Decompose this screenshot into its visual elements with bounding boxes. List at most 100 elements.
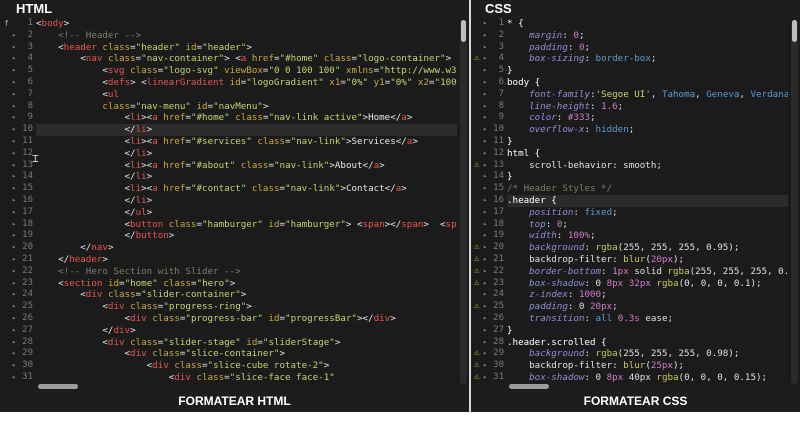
html-horizontal-scrollbar[interactable]	[36, 382, 457, 390]
fold-arrow-icon[interactable]: ▸	[12, 77, 16, 89]
code-line[interactable]: }	[507, 171, 788, 183]
fold-arrow-icon[interactable]: ▸	[12, 160, 16, 172]
code-line[interactable]: </li>	[36, 124, 457, 136]
fold-arrow-icon[interactable]: ▸	[483, 148, 487, 160]
warning-icon[interactable]: ⚠	[474, 348, 479, 360]
fold-arrow-icon[interactable]: ▸	[483, 160, 487, 172]
format-css-button[interactable]: FORMATEAR CSS	[471, 390, 800, 412]
fold-arrow-icon[interactable]: ▸	[12, 301, 16, 313]
code-line[interactable]: <!-- Header -->	[36, 30, 457, 42]
fold-arrow-icon[interactable]: ▸	[12, 42, 16, 54]
code-line[interactable]: }	[507, 325, 788, 337]
fold-arrow-icon[interactable]: ▸	[483, 242, 487, 254]
warning-icon[interactable]: ⚠	[474, 160, 479, 172]
fold-arrow-icon[interactable]: ▸	[483, 325, 487, 337]
fold-arrow-icon[interactable]: ▸	[483, 266, 487, 278]
warning-icon[interactable]: ⚠	[474, 360, 479, 372]
fold-arrow-icon[interactable]: ▸	[12, 313, 16, 325]
fold-arrow-icon[interactable]: ▸	[483, 301, 487, 313]
fold-arrow-icon[interactable]: ▸	[12, 171, 16, 183]
fold-arrow-icon[interactable]: ▸	[483, 348, 487, 360]
fold-arrow-icon[interactable]: ▸	[12, 289, 16, 301]
html-editor[interactable]: f 1 ▸ 2 ▸ 3 ▸ 4 ▸ 5 ▸ 6 ▸ 7 ▸ 8 ▸ 9 ▸ 10 ▸ 11 ▸ 12 ▸ 13 ▸ 14 ▸ 15 ▸ 16 ▸…	[0, 18, 469, 390]
fold-arrow-icon[interactable]: ▸	[483, 278, 487, 290]
html-vertical-scrollbar[interactable]	[460, 20, 467, 384]
code-line[interactable]: /* Header Styles */	[507, 183, 788, 195]
code-line[interactable]: <!-- Hero Section with Slider -->	[36, 266, 457, 278]
fold-arrow-icon[interactable]: ▸	[12, 124, 16, 136]
code-line[interactable]: background: rgba(255, 255, 255, 0.98);	[507, 348, 788, 360]
fold-arrow-icon[interactable]: ▸	[483, 254, 487, 266]
code-line[interactable]: * {	[507, 18, 788, 30]
code-line[interactable]: <div class="slider-container">	[36, 289, 457, 301]
code-line[interactable]: <li><a href="#about" class="nav-link">Ab…	[36, 160, 457, 172]
code-line[interactable]: scroll-behavior: smooth;	[507, 160, 788, 172]
code-line[interactable]: <ul	[36, 89, 457, 101]
code-line[interactable]: body {	[507, 77, 788, 89]
warning-icon[interactable]: ⚠	[474, 254, 479, 266]
fold-arrow-icon[interactable]: ▸	[483, 230, 487, 242]
code-line[interactable]: <header class="header" id="header">	[36, 42, 457, 54]
code-line[interactable]: width: 100%;	[507, 230, 788, 242]
code-line[interactable]: <nav class="nav-container"> <a href="#ho…	[36, 53, 457, 65]
code-line[interactable]: </nav>	[36, 242, 457, 254]
code-line[interactable]: <li><a href="#services" class="nav-link"…	[36, 136, 457, 148]
html-vertical-scroll-thumb[interactable]	[461, 20, 466, 42]
fold-arrow-icon[interactable]: ▸	[12, 148, 16, 160]
code-line[interactable]: backdrop-filter: blur(25px);	[507, 360, 788, 372]
code-line[interactable]: <div class="progress-ring">	[36, 301, 457, 313]
fold-arrow-icon[interactable]: ▸	[483, 89, 487, 101]
fold-arrow-icon[interactable]: ▸	[483, 337, 487, 349]
code-line[interactable]: <div class="slider-stage" id="sliderStag…	[36, 337, 457, 349]
fold-arrow-icon[interactable]: ▸	[12, 278, 16, 290]
css-code-area[interactable]: * { margin: 0; padding: 0; box-sizing: b…	[507, 18, 788, 390]
fold-arrow-icon[interactable]: ▸	[483, 219, 487, 231]
fold-arrow-icon[interactable]: ▸	[483, 42, 487, 54]
code-line[interactable]: font-family:'Segoe UI', Tahoma, Geneva, …	[507, 89, 788, 101]
fold-arrow-icon[interactable]: ▸	[12, 207, 16, 219]
fold-arrow-icon[interactable]: ▸	[12, 195, 16, 207]
code-line[interactable]: <body>	[36, 18, 457, 30]
fold-arrow-icon[interactable]: ▸	[483, 171, 487, 183]
code-line[interactable]: </button>	[36, 230, 457, 242]
code-line[interactable]: <svg class="logo-svg" viewBox="0 0 100 1…	[36, 65, 457, 77]
fold-arrow-icon[interactable]: ▸	[12, 65, 16, 77]
code-line[interactable]: box-shadow: 0 8px 32px rgba(0, 0, 0, 0.1…	[507, 278, 788, 290]
fold-arrow-icon[interactable]: ▸	[12, 101, 16, 113]
fold-arrow-icon[interactable]: ▸	[483, 53, 487, 65]
warning-icon[interactable]: ⚠	[474, 242, 479, 254]
fold-arrow-icon[interactable]: ▸	[483, 372, 487, 384]
fold-arrow-icon[interactable]: ▸	[12, 183, 16, 195]
code-line[interactable]: <defs> <linearGradient id="logoGradient"…	[36, 77, 457, 89]
fold-arrow-icon[interactable]: ▸	[483, 207, 487, 219]
code-line[interactable]: <button class="hamburger" id="hamburger"…	[36, 219, 458, 231]
fold-arrow-icon[interactable]: ▸	[12, 136, 16, 148]
html-horizontal-scroll-thumb[interactable]	[38, 384, 78, 389]
code-line[interactable]: backdrop-filter: blur(20px);	[507, 254, 788, 266]
fold-arrow-icon[interactable]: ▸	[483, 112, 487, 124]
code-line[interactable]: <li><a href="#contact" class="nav-link">…	[36, 183, 457, 195]
fold-arrow-icon[interactable]: ▸	[12, 242, 16, 254]
code-line[interactable]: box-sizing: border-box;	[507, 53, 788, 65]
format-html-button[interactable]: FORMATEAR HTML	[0, 390, 469, 412]
fold-arrow-icon[interactable]: ▸	[483, 313, 487, 325]
code-line[interactable]: html {	[507, 148, 788, 160]
code-line[interactable]: padding: 0;	[507, 42, 788, 54]
fold-arrow-icon[interactable]: ▸	[12, 219, 16, 231]
code-line[interactable]: background: rgba(255, 255, 255, 0.95);	[507, 242, 788, 254]
warning-icon[interactable]: ⚠	[474, 278, 479, 290]
code-line[interactable]: </header>	[36, 254, 457, 266]
fold-arrow-icon[interactable]: ▸	[12, 348, 16, 360]
code-line[interactable]: z-index: 1000;	[507, 289, 788, 301]
code-line[interactable]: .header {	[507, 194, 788, 207]
fold-marker-icon[interactable]: f	[4, 18, 9, 30]
warning-icon[interactable]: ⚠	[474, 53, 479, 65]
fold-arrow-icon[interactable]: ▸	[12, 337, 16, 349]
fold-arrow-icon[interactable]: ▸	[483, 124, 487, 136]
css-vertical-scroll-thumb[interactable]	[792, 20, 797, 42]
code-line[interactable]: .header.scrolled {	[507, 337, 788, 349]
fold-arrow-icon[interactable]: ▸	[483, 195, 487, 207]
code-line[interactable]: <div class="slice-container">	[36, 348, 457, 360]
fold-arrow-icon[interactable]: ▸	[12, 325, 16, 337]
code-line[interactable]: <section id="home" class="hero">	[36, 278, 457, 290]
